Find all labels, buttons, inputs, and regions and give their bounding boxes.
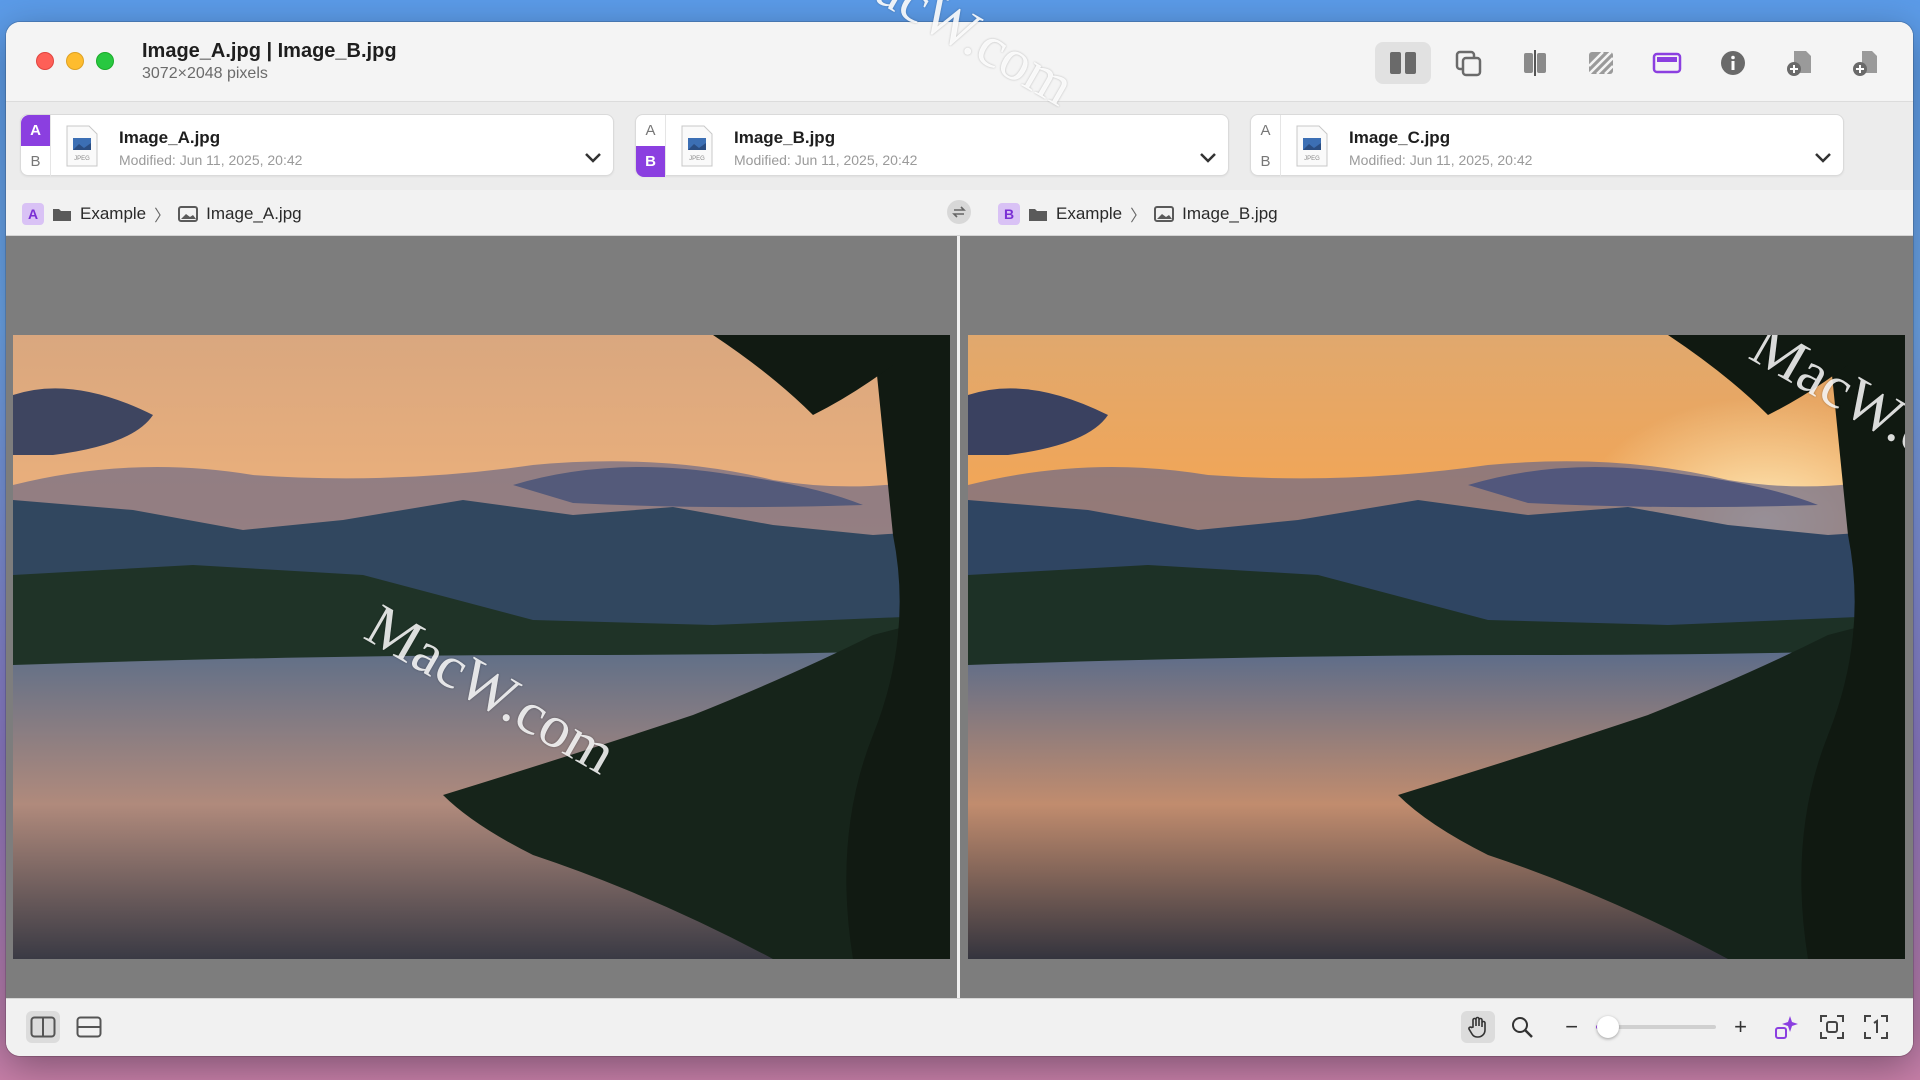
hand-icon	[1468, 1016, 1487, 1038]
vertical-layout-button[interactable]	[26, 1011, 60, 1043]
breadcrumb-file[interactable]: Image_B.jpg	[1182, 204, 1277, 224]
ab-selector[interactable]: A B	[21, 115, 51, 177]
breadcrumb-separator: 〉	[1130, 208, 1147, 225]
rows-layout-icon	[76, 1016, 102, 1038]
file-card-a[interactable]: A B JPEG Image_A.jpg Modified: Jun 11, 2…	[20, 114, 614, 177]
split-icon	[1524, 50, 1546, 76]
difference-icon	[1588, 51, 1614, 75]
file-modified: Modified: Jun 11, 2025, 20:42	[734, 152, 918, 168]
comparison-canvas[interactable]: MacW.com	[6, 236, 1913, 998]
file-card-c[interactable]: A B JPEG Image_C.jpg Modified: Jun 11, 2…	[1250, 114, 1844, 177]
chevron-down-icon[interactable]	[1198, 151, 1218, 165]
add-file-icon	[1787, 51, 1811, 76]
pan-tool-button[interactable]	[1461, 1011, 1496, 1043]
landscape-image-b	[968, 335, 1905, 959]
file-name: Image_A.jpg	[119, 128, 221, 147]
folder-icon	[53, 209, 71, 221]
actual-size-icon	[1864, 1015, 1888, 1039]
difference-button[interactable]	[1573, 42, 1629, 84]
zoom-in-button[interactable]: +	[1734, 1014, 1747, 1040]
image-icon	[1154, 206, 1175, 222]
close-window-button[interactable]	[36, 52, 54, 70]
image-b-view[interactable]: MacW.com	[968, 335, 1905, 959]
chevron-down-icon[interactable]	[1813, 151, 1833, 165]
enhance-button[interactable]	[1771, 1011, 1805, 1043]
slot-a-label[interactable]: A	[1251, 115, 1280, 146]
add-file-button[interactable]	[1771, 42, 1827, 84]
minimize-window-button[interactable]	[66, 52, 84, 70]
sync-view-button[interactable]	[1639, 42, 1695, 84]
jpeg-file-icon: JPEG	[66, 125, 98, 167]
overlay-button[interactable]	[1441, 42, 1497, 84]
slot-b-tag: B	[998, 203, 1020, 225]
window-title: Image_A.jpg | Image_B.jpg	[142, 40, 397, 62]
slot-b-label[interactable]: B	[636, 146, 665, 177]
jpeg-file-icon: JPEG	[681, 125, 713, 167]
slot-a-label[interactable]: A	[21, 115, 50, 146]
zoom-slider-knob[interactable]	[1597, 1016, 1620, 1038]
horizontal-layout-button[interactable]	[72, 1011, 106, 1043]
file-card-b[interactable]: A B JPEG Image_B.jpg Modified: Jun 11, 2…	[635, 114, 1229, 177]
overlay-icon	[1455, 50, 1482, 77]
add-file-alt-icon	[1853, 51, 1877, 76]
swap-arrows-icon	[952, 206, 966, 218]
columns-layout-icon	[30, 1016, 56, 1038]
jpeg-file-icon: JPEG	[1296, 125, 1328, 167]
zoom-tool-button[interactable]	[1505, 1011, 1539, 1043]
slot-b-label[interactable]: B	[1251, 146, 1280, 177]
window-controls	[36, 52, 114, 70]
info-icon	[1721, 51, 1745, 75]
sparkle-shapes-icon	[1775, 1016, 1798, 1039]
actual-size-button[interactable]	[1859, 1011, 1893, 1043]
side-by-side-button[interactable]	[1375, 42, 1431, 84]
image-icon	[178, 206, 199, 222]
magnifier-icon	[1512, 1017, 1534, 1038]
fit-screen-icon	[1820, 1015, 1844, 1039]
fit-to-window-button[interactable]	[1815, 1011, 1849, 1043]
svg-text:JPEG: JPEG	[1304, 156, 1320, 162]
file-modified: Modified: Jun 11, 2025, 20:42	[1349, 152, 1533, 168]
zoom-controls: − +	[1461, 1011, 1893, 1043]
zoom-slider[interactable]	[1596, 1016, 1717, 1038]
breadcrumb-right: B Example 〉 Image_B.jpg	[998, 202, 1278, 226]
svg-text:JPEG: JPEG	[74, 156, 90, 162]
zoom-window-button[interactable]	[96, 52, 114, 70]
ab-selector[interactable]: A B	[1251, 115, 1281, 177]
breadcrumb-left: A Example 〉 Image_A.jpg	[22, 202, 302, 226]
breadcrumb-file[interactable]: Image_A.jpg	[206, 204, 301, 224]
breadcrumb-separator: 〉	[154, 208, 171, 225]
layout-controls	[26, 1011, 106, 1043]
toolbar	[1375, 42, 1893, 84]
bottom-bar: − +	[6, 998, 1913, 1056]
info-button[interactable]	[1705, 42, 1761, 84]
chevron-down-icon[interactable]	[583, 151, 603, 165]
breadcrumb-folder[interactable]: Example	[80, 204, 146, 224]
svg-text:JPEG: JPEG	[689, 156, 705, 162]
zoom-out-button[interactable]: −	[1565, 1014, 1578, 1040]
breadcrumb-folder[interactable]: Example	[1056, 204, 1122, 224]
file-modified: Modified: Jun 11, 2025, 20:42	[119, 152, 303, 168]
folder-icon	[1029, 209, 1047, 221]
slot-a-label[interactable]: A	[636, 115, 665, 146]
split-divider[interactable]	[957, 236, 960, 998]
window-title-block: Image_A.jpg | Image_B.jpg 3072×2048 pixe…	[142, 40, 397, 83]
swap-button[interactable]	[947, 200, 971, 224]
path-bar: A Example 〉 Image_A.jpg B Example 〉 Imag…	[6, 190, 1913, 236]
split-button[interactable]	[1507, 42, 1563, 84]
slot-a-tag: A	[22, 203, 44, 225]
sync-icon	[1652, 52, 1682, 74]
file-name: Image_B.jpg	[734, 128, 836, 147]
image-dimensions: 3072×2048 pixels	[142, 65, 268, 82]
add-file-alt-button[interactable]	[1837, 42, 1893, 84]
app-window: Image_A.jpg | Image_B.jpg 3072×2048 pixe…	[6, 22, 1913, 1056]
slot-b-label[interactable]: B	[21, 146, 50, 177]
image-a-view[interactable]: MacW.com	[13, 335, 950, 959]
side-by-side-icon	[1390, 52, 1416, 74]
file-name: Image_C.jpg	[1349, 128, 1451, 147]
ab-selector[interactable]: A B	[636, 115, 666, 177]
